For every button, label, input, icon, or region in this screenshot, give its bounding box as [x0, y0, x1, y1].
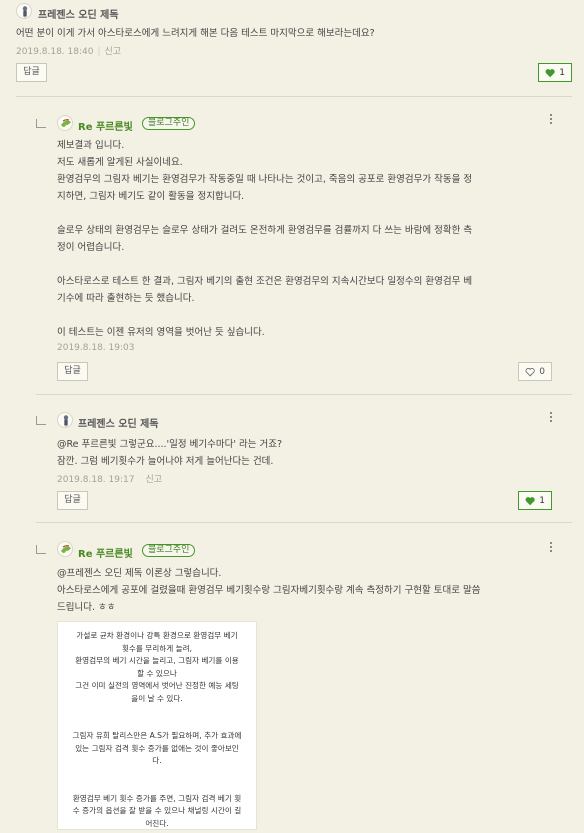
image-text-line: 환영검무 베기 횟수 증가를 주면, 그림자 검격 베기 횟: [72, 793, 242, 803]
like-button[interactable]: 0: [518, 362, 552, 381]
like-button[interactable]: 1: [538, 63, 572, 82]
text-line: 아스타로스로 테스트 한 결과, 그림자 베기의 출현 조건은 환영검무의 지속…: [57, 276, 473, 287]
divider: [36, 394, 572, 395]
text-line: @프레젠스 오딘 제독 이론상 그렇습니다.: [57, 568, 222, 579]
image-text-line: 을이 날 수 있다.: [131, 693, 183, 703]
text-line: 환영검무의 그림자 베기는 환영검무가 작동중일 때 나타나는 것이고, 죽음의…: [57, 174, 473, 185]
text-line: 제보결과 입니다.: [57, 140, 125, 151]
reply-button[interactable]: 답글: [16, 63, 47, 82]
image-text-gap: [58, 705, 256, 718]
image-text-gap: [58, 768, 256, 781]
text-gap: [57, 256, 472, 273]
comment-author[interactable]: 프레젠스 오딘 제독: [38, 6, 119, 21]
image-text-gap: [58, 780, 256, 793]
text-line: 지하면, 그림자 베기도 같이 활동을 정지합니다.: [57, 191, 245, 202]
comment-date: 2019.8.18. 19:03: [57, 343, 135, 353]
image-text-line: 환영검무의 베기 시간을 늘리고, 그림자 베기를 이용: [75, 656, 239, 665]
divider: [16, 96, 572, 97]
report-link[interactable]: 신고: [146, 475, 163, 485]
comment-date: 2019.8.18. 18:40: [16, 47, 94, 57]
text-line: 잠깐. 그럼 베기횟수가 늘어나야 저게 늘어난다는 건데.: [57, 456, 274, 467]
avatar-odin-1[interactable]: [16, 3, 32, 19]
comment-meta: 2019.8.18. 19:17|신고: [57, 472, 162, 485]
heart-filled-icon: [525, 496, 535, 505]
heart-filled-icon: [545, 68, 555, 77]
comment-text: @프레젠스 오딘 제독 이론상 그렇습니다. 아스타로스에게 공포에 걸렸을때 …: [57, 565, 481, 616]
comment-date: 2019.8.18. 19:17: [57, 475, 135, 485]
report-link[interactable]: 신고: [105, 47, 122, 57]
image-text-line: 횟수를 무리하게 늘려,: [121, 643, 193, 653]
image-text-line: 가설로 균차 환경이나 강특 환경으로 환영검무 베기: [76, 631, 238, 640]
reply-indent-icon: [36, 119, 46, 128]
image-text-gap: [58, 718, 256, 731]
image-text-line: 다.: [152, 756, 162, 765]
comment-author[interactable]: 프레젠스 오딘 제독: [78, 415, 159, 430]
reply-indent-icon: [36, 545, 46, 554]
image-text-line: 어진다.: [145, 818, 169, 828]
avatar-reblue-1[interactable]: [57, 115, 73, 131]
text-line: 아스타로스에게 공포에 걸렸을때 환영검무 베기횟수랑 그림자베기횟수랑 계속 …: [57, 585, 481, 596]
divider: [36, 522, 572, 523]
reply-button[interactable]: 답글: [57, 491, 88, 510]
more-options-icon[interactable]: [546, 113, 556, 125]
like-count: 0: [539, 366, 545, 377]
text-line: 드립니다. ㅎㅎ: [57, 602, 116, 613]
more-options-icon[interactable]: [546, 411, 556, 423]
image-text-line: 그림자 유희 탈리스만은 A.S가 필요하며, 추가 효과에: [72, 731, 242, 740]
avatar-reblue-2[interactable]: [57, 541, 73, 557]
attached-image[interactable]: 가설로 균차 환경이나 강특 환경으로 환영검무 베기 횟수를 무리하게 늘려,…: [57, 621, 257, 830]
owner-badge: 블로그주인: [142, 544, 196, 557]
comment-author[interactable]: Re 푸르른빛: [78, 118, 133, 133]
text-line: 슬로우 상태의 환영검무는 슬로우 상태가 걸려도 온전하게 환영검무를 검률까…: [57, 225, 473, 236]
reply-button[interactable]: 답글: [57, 362, 88, 381]
text-line: 이 테스트는 이젠 유저의 영역을 벗어난 듯 싶습니다.: [57, 327, 265, 338]
image-text-line: 수 증가의 옵션을 잘 받을 수 있으나 채널링 시간이 길: [72, 806, 242, 815]
comment-meta: 2019.8.18. 18:40 | 신고: [16, 47, 122, 57]
like-count: 1: [539, 495, 545, 506]
image-text-line: 그건 이미 실전의 영역에서 벗어난 진정한 예능 세팅: [75, 681, 239, 690]
text-line: 기수에 따라 출현하는 듯 했습니다.: [57, 293, 195, 304]
text-line: @Re 푸르른빛 그렇군요....'일정 베기수마다' 라는 거죠?: [57, 439, 283, 450]
text-gap: [57, 205, 472, 222]
image-text-line: 할 수 있으나: [137, 668, 177, 678]
comment-text: 어떤 분이 이게 가서 아스타로스에게 느려지게 해본 다음 테스트 마지막으로…: [16, 28, 375, 39]
comment-author[interactable]: Re 푸르른빛: [78, 545, 133, 560]
heart-outline-icon: [525, 367, 535, 376]
text-gap: [57, 307, 472, 324]
text-line: 저도 새롭게 알게된 사실이네요.: [57, 157, 183, 168]
owner-badge: 블로그주인: [142, 117, 196, 130]
text-line: 정이 어렵습니다.: [57, 242, 125, 253]
like-button[interactable]: 1: [518, 491, 552, 510]
more-options-icon[interactable]: [546, 541, 556, 553]
avatar-odin-2[interactable]: [57, 412, 73, 428]
image-text-line: 있는 그림자 검격 횟수 증가를 없애는 것이 좋아보인: [75, 743, 239, 753]
like-count: 1: [559, 67, 565, 78]
reply-indent-icon: [36, 416, 46, 425]
comment-text: 제보결과 입니다. 저도 새롭게 알게된 사실이네요. 환영검무의 그림자 베기…: [57, 137, 472, 341]
comment-text: @Re 푸르른빛 그렇군요....'일정 베기수마다' 라는 거죠? 잠깐. 그…: [57, 436, 282, 470]
